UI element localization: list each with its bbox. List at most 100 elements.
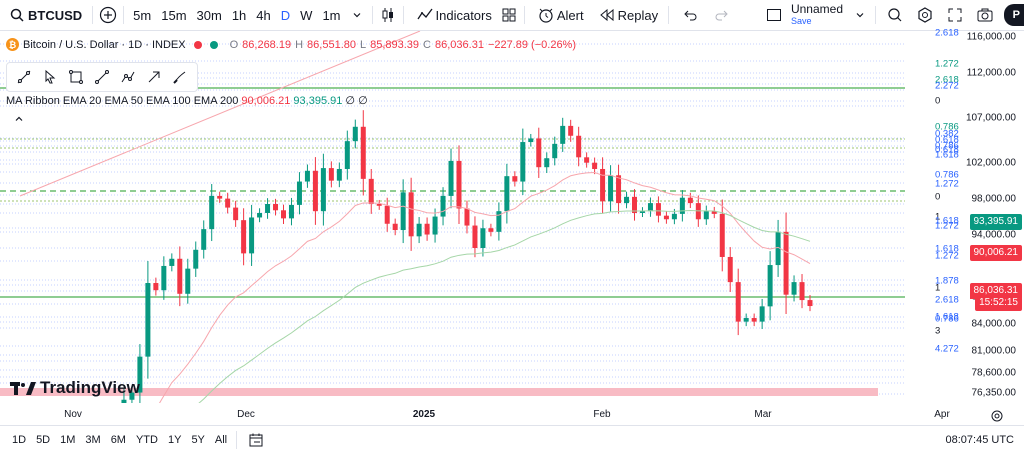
candle-body — [209, 195, 215, 230]
timeframe-1h[interactable]: 1h — [227, 8, 251, 23]
rewind-icon — [596, 4, 618, 26]
indicators-button[interactable]: Indicators — [408, 0, 498, 31]
alert-button[interactable]: Alert — [529, 0, 590, 31]
candle-body — [528, 138, 534, 143]
candle-body — [312, 170, 318, 212]
time-label-2025: 2025 — [412, 409, 436, 420]
auto-scale-icon[interactable] — [986, 405, 1008, 427]
range-ytd[interactable]: YTD — [131, 434, 163, 446]
low-label: L — [359, 38, 367, 51]
candle-body — [185, 268, 191, 294]
candle-body — [552, 143, 558, 159]
range-all[interactable]: All — [210, 434, 232, 446]
range-1y[interactable]: 1Y — [163, 434, 186, 446]
range-5y[interactable]: 5Y — [186, 434, 209, 446]
fib-level-label: 0.786 — [935, 313, 959, 325]
time-label-feb: Feb — [593, 409, 611, 420]
search-icon — [6, 4, 28, 26]
candle-body — [328, 168, 334, 181]
timeframe-4h[interactable]: 4h — [251, 8, 275, 23]
candle-body — [807, 300, 813, 307]
timeframe-30m[interactable]: 30m — [192, 8, 227, 23]
candle-body — [456, 160, 462, 209]
templates-icon[interactable] — [498, 4, 520, 26]
tradingview-logo[interactable]: TradingView — [10, 378, 140, 398]
fib-level-label: 1.272 — [935, 250, 959, 262]
price-label: 116,000.00 — [966, 31, 1016, 43]
candle-body — [376, 204, 382, 206]
candle-body — [592, 162, 598, 169]
range-1m[interactable]: 1M — [55, 434, 80, 446]
candle-body — [616, 175, 622, 204]
candle-body — [193, 249, 199, 269]
fib-level-label: 0 — [935, 191, 941, 203]
fib-level-label: 4.272 — [935, 343, 959, 355]
calendar-icon[interactable] — [245, 429, 267, 451]
candle-body — [225, 198, 231, 208]
candle-body — [464, 208, 470, 226]
alarm-clock-icon — [535, 4, 557, 26]
candle-body — [759, 306, 765, 322]
candle-body — [727, 256, 733, 283]
redo-icon[interactable] — [711, 4, 733, 26]
timeframe-1m[interactable]: 1m — [317, 8, 345, 23]
undo-icon[interactable] — [679, 4, 701, 26]
range-1d[interactable]: 1D — [7, 434, 31, 446]
utc-clock[interactable]: 08:07:45 UTC — [946, 434, 1014, 446]
arrow-icon[interactable] — [143, 66, 165, 88]
fib-level-label: 3 — [935, 325, 941, 337]
quick-search-icon[interactable] — [884, 4, 906, 26]
divider — [236, 431, 238, 449]
candle-body — [408, 192, 414, 237]
camera-icon[interactable] — [974, 4, 996, 26]
trend-line-icon[interactable] — [13, 66, 35, 88]
low-value: 85,893.39 — [370, 38, 420, 51]
timeframe-d[interactable]: D — [276, 8, 295, 23]
timeframe-15m[interactable]: 15m — [156, 8, 191, 23]
candle-body — [169, 258, 175, 266]
timeframe-5m[interactable]: 5m — [128, 8, 156, 23]
candles-icon[interactable] — [377, 4, 399, 26]
avatar[interactable]: P — [1004, 4, 1024, 26]
avatar-letter: P — [1012, 9, 1020, 21]
candle-body — [799, 282, 805, 301]
candle-body — [472, 225, 478, 248]
chevron-down-icon[interactable] — [849, 4, 871, 26]
candle-body — [233, 207, 239, 221]
cursor-icon[interactable] — [39, 66, 61, 88]
symbol-search[interactable]: BTCUSD — [0, 0, 88, 31]
ema50-line — [198, 210, 811, 403]
replay-button[interactable]: Replay — [590, 0, 664, 31]
fullscreen-icon[interactable] — [944, 4, 966, 26]
tradingview-logo-icon — [10, 382, 36, 395]
candle-body — [145, 283, 151, 357]
rectangle-icon[interactable] — [65, 66, 87, 88]
range-5d[interactable]: 5D — [31, 434, 55, 446]
price-label: 76,350.00 — [971, 387, 1017, 399]
add-symbol-icon[interactable] — [97, 4, 119, 26]
candle-body — [336, 168, 342, 181]
collapse-legend-button[interactable] — [10, 110, 28, 128]
alert-label: Alert — [556, 7, 584, 23]
candle-body — [783, 231, 789, 295]
path-icon[interactable] — [117, 66, 139, 88]
line-icon[interactable] — [91, 66, 113, 88]
range-6m[interactable]: 6M — [106, 434, 131, 446]
brush-icon[interactable] — [169, 66, 191, 88]
layout-icon[interactable] — [763, 4, 785, 26]
fib-level-label: 2.618 — [935, 294, 959, 306]
time-axis[interactable]: Nov Dec 2025 Feb Mar Apr — [0, 403, 1024, 425]
market-open-icon — [209, 40, 218, 49]
candle-body — [544, 158, 550, 168]
candle-body — [600, 168, 606, 202]
candle-body — [416, 223, 422, 237]
range-3m[interactable]: 3M — [80, 434, 105, 446]
timeframe-w[interactable]: W — [295, 8, 317, 23]
settings-icon[interactable] — [914, 4, 936, 26]
candle-body — [584, 157, 590, 163]
price-label: 112,000.00 — [966, 67, 1016, 79]
layout-name[interactable]: Unnamed Save — [791, 3, 843, 27]
candle-body — [608, 175, 614, 202]
chevron-down-icon[interactable] — [346, 4, 368, 26]
candle-body — [432, 216, 438, 235]
